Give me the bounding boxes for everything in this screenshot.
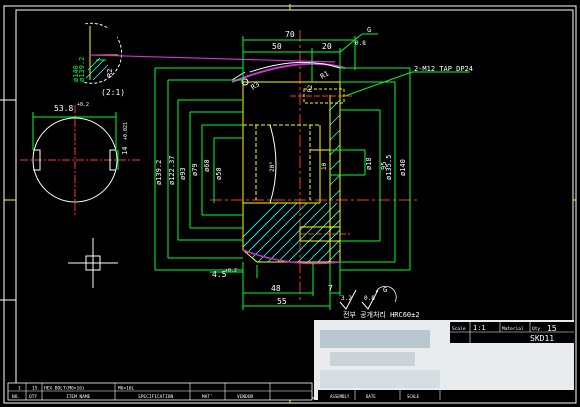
ucs-crosshair-icon[interactable] (68, 238, 118, 288)
keyway-width-tol: +0.2 (77, 102, 89, 108)
dim-4-5-sup: +0.2 (225, 268, 237, 274)
bom-header-spec: SPECIFICATION (138, 394, 174, 400)
title-mat-label: Material (502, 326, 524, 332)
title-date: DATE (366, 394, 376, 399)
keyway-depth-label: 14 (121, 147, 129, 155)
bom-header-vendor: VENDOR (237, 394, 254, 400)
dia50-label: ø50 (215, 167, 223, 180)
detail-r-label: R2 (106, 69, 114, 77)
angle-20-label: 20° (269, 161, 276, 172)
bom-row-qty: 15 (32, 386, 38, 392)
title-block: Scale 1:1 Material Qty 15 SKD11 ASSEMBLY… (314, 320, 574, 400)
dim-7-label: 7 (328, 284, 333, 293)
main-section-view: R3 R1 R2 70 50 20 G 0.8 2-M12 TAP DP24 4… (154, 26, 473, 319)
dim-50-label: 50 (272, 42, 282, 51)
detail-scale-label: (2:1) (101, 88, 125, 97)
finish-g-label: G (383, 286, 387, 294)
radius-r2-label: R2 (307, 84, 314, 92)
bom-row-spec: M6×16L (118, 386, 135, 392)
detail-dia139-label: ø139.2 (78, 57, 86, 82)
title-material: SKD11 (530, 334, 554, 343)
dia79-label: ø79 (191, 163, 199, 176)
finish-3-2-label: 3.2 (341, 295, 352, 302)
dia139-label: ø139.2 (155, 160, 163, 185)
finish-0-8-label: 0.8 (364, 295, 375, 302)
bom-row-item: HEX BOLT(M6×16) (44, 386, 85, 392)
dim-20-label: 20 (322, 42, 332, 51)
gdt-08-label: 0.8 (355, 40, 366, 47)
dim-70-label: 70 (285, 30, 295, 39)
title-scale-footer: SCALE (407, 394, 420, 399)
bom-table: 1 15 HEX BOLT(M6×16) M6×16L NO. QTY ITEM… (7, 382, 313, 401)
dim-48-label: 48 (271, 284, 281, 293)
bom-header-mat: MAT' (202, 394, 213, 400)
title-qty-value: 15 (547, 324, 557, 333)
dia122-label: ø122.37 (168, 155, 176, 185)
dia93-label: ø93 (179, 167, 187, 180)
heat-treatment-note: 전부 공개처리 HRC60±2 (343, 310, 420, 319)
dia135-label: ø135.5 (385, 155, 393, 180)
title-scale-label: Scale (452, 326, 466, 332)
title-scale-value: 1:1 (473, 324, 486, 332)
gdt-g-label: G (367, 26, 371, 34)
bom-header-item: ITEM NAME (66, 394, 91, 400)
tap-callout: 2-M12 TAP DP24 (414, 65, 473, 73)
dim-55-label: 55 (277, 297, 287, 306)
dia60-label: ø60 (203, 159, 211, 172)
dia18-label: ø18 (365, 157, 373, 170)
angle-10-label: 10 (321, 162, 328, 170)
title-qty-label: Qty (532, 326, 540, 332)
cad-drawing-canvas[interactable]: (2:1) R2 ø140 ø139.2 53.8 +0.2 14 +0.021 (0, 0, 580, 407)
detail-view-circle: (2:1) R2 ø140 ø139.2 (72, 22, 336, 97)
title-assembly: ASSEMBLY (330, 394, 350, 399)
keyway-section-view: 53.8 +0.2 14 +0.021 (20, 102, 140, 215)
bom-header-no: NO. (12, 394, 20, 400)
dia140-label: ø140 (399, 159, 407, 176)
bom-row-no: 1 (18, 386, 21, 392)
keyway-width-label: 53.8 (54, 104, 73, 113)
radius-r1-label: R1 (319, 70, 330, 81)
bom-header-qty: QTY (29, 394, 37, 400)
keyway-depth-tol: +0.021 (123, 122, 129, 140)
